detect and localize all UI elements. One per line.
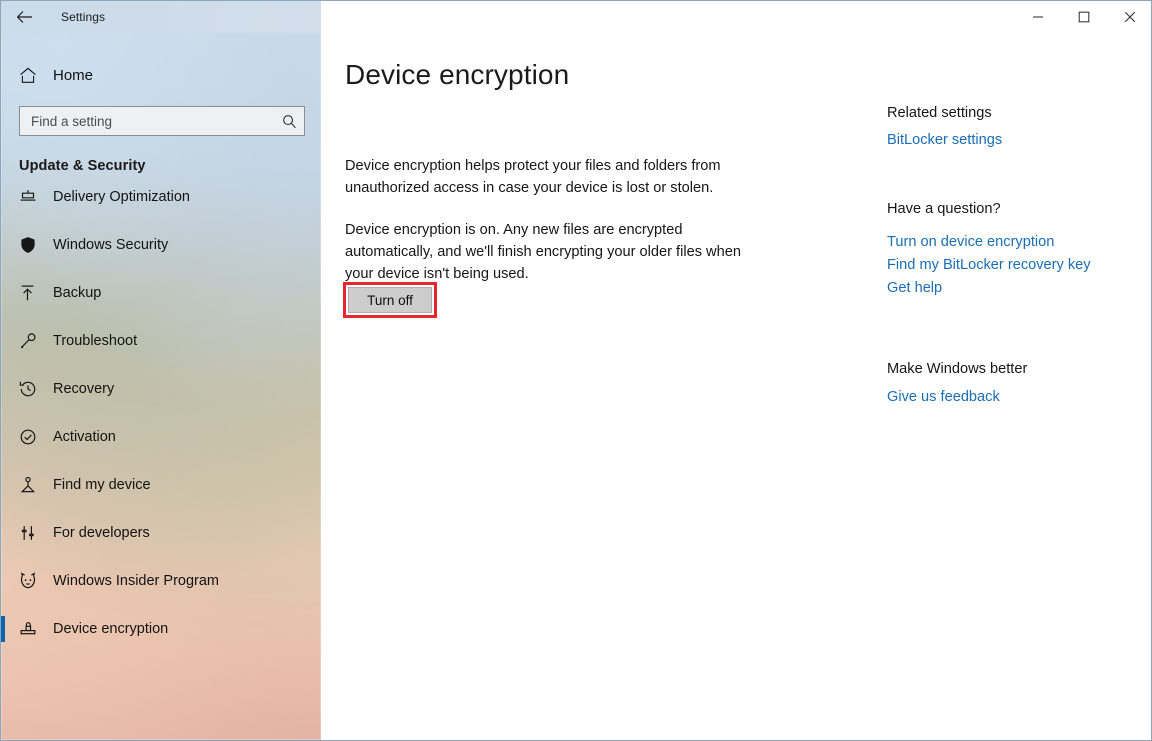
check-circle-icon (19, 428, 41, 446)
sidebar-item-label: For developers (53, 525, 150, 541)
sidebar-item-label: Find my device (53, 477, 151, 493)
app-title: Settings (61, 10, 106, 24)
description-paragraph-1: Device encryption helps protect your fil… (345, 158, 721, 196)
link-turn-on-device-encryption[interactable]: Turn on device encryption (887, 231, 1137, 254)
maximize-icon[interactable] (1061, 1, 1107, 33)
turn-off-annotation: Turn off (343, 282, 437, 318)
sidebar-item-label: Delivery Optimization (53, 189, 190, 205)
make-windows-better-section: Make Windows better Give us feedback (887, 361, 1137, 409)
sidebar-item-windows-security[interactable]: Windows Security (1, 221, 321, 269)
sidebar-item-activation[interactable]: Activation (1, 413, 321, 461)
search-icon[interactable] (274, 114, 304, 129)
sidebar-item-for-developers[interactable]: For developers (1, 509, 321, 557)
make-windows-better-heading: Make Windows better (887, 361, 1028, 377)
sidebar-nav-scroll[interactable]: Delivery Optimization Windows Security B… (1, 187, 321, 740)
description-paragraph-2: Device encryption is on. Any new files a… (345, 222, 741, 282)
related-settings-section: Related settings BitLocker settings (887, 105, 1137, 152)
wrench-icon (19, 332, 41, 350)
lock-icon (19, 620, 41, 638)
red-highlight-box: Turn off (343, 282, 437, 318)
close-icon[interactable] (1107, 1, 1151, 33)
link-give-us-feedback[interactable]: Give us feedback (887, 386, 1137, 409)
sidebar-item-label: Windows Security (53, 237, 169, 253)
title-bar: Settings (1, 1, 1151, 33)
sidebar-item-find-my-device[interactable]: Find my device (1, 461, 321, 509)
have-a-question-heading: Have a question? (887, 201, 1001, 217)
sidebar-item-recovery[interactable]: Recovery (1, 365, 321, 413)
main-content: Device encryption Device encryption help… (321, 33, 1151, 740)
minimize-icon[interactable] (1015, 1, 1061, 33)
sidebar-item-label: Backup (53, 285, 102, 301)
turn-off-button[interactable]: Turn off (348, 287, 432, 313)
shield-icon (19, 236, 41, 254)
sidebar-item-windows-insider-program[interactable]: Windows Insider Program (1, 557, 321, 605)
sidebar-item-label: Windows Insider Program (53, 573, 219, 589)
sidebar-item-label: Recovery (53, 381, 115, 397)
settings-window: Settings Home Find a setting Update & Se… (0, 0, 1152, 741)
sidebar-group-header: Update & Security (19, 158, 146, 174)
back-arrow-icon[interactable] (1, 1, 47, 33)
related-settings-heading: Related settings (887, 105, 992, 121)
sidebar-nav-list: Delivery Optimization Windows Security B… (1, 187, 321, 653)
sidebar: Home Update & Security (1, 1, 321, 740)
title-bar-left: Settings (1, 1, 321, 33)
delivery-optimization-icon (19, 189, 41, 205)
selection-indicator (1, 616, 5, 642)
sidebar-item-backup[interactable]: Backup (1, 269, 321, 317)
sidebar-item-home[interactable]: Home (1, 59, 321, 91)
sidebar-item-home-label: Home (53, 66, 94, 84)
dev-tools-icon (19, 524, 41, 542)
upload-arrow-icon (19, 284, 41, 302)
home-icon (19, 67, 41, 84)
sidebar-item-label: Device encryption (53, 621, 169, 637)
sidebar-item-label: Activation (53, 429, 116, 445)
sidebar-item-device-encryption[interactable]: Device encryption (1, 605, 321, 653)
have-a-question-section: Have a question? Turn on device encrypti… (887, 201, 1137, 300)
link-get-help[interactable]: Get help (887, 277, 1137, 300)
sidebar-item-delivery-optimization[interactable]: Delivery Optimization (1, 187, 321, 221)
search-box[interactable] (19, 106, 305, 136)
link-bitlocker-settings[interactable]: BitLocker settings (887, 129, 1137, 152)
link-find-my-bitlocker-recovery-key[interactable]: Find my BitLocker recovery key (887, 254, 1137, 277)
window-controls (321, 1, 1151, 33)
search-input[interactable] (20, 107, 274, 135)
sidebar-item-troubleshoot[interactable]: Troubleshoot (1, 317, 321, 365)
sidebar-item-label: Troubleshoot (53, 333, 138, 349)
page-title: Device encryption (345, 59, 570, 90)
history-clock-icon (19, 380, 41, 398)
insider-mascot-icon (19, 572, 41, 590)
person-location-icon (19, 476, 41, 494)
